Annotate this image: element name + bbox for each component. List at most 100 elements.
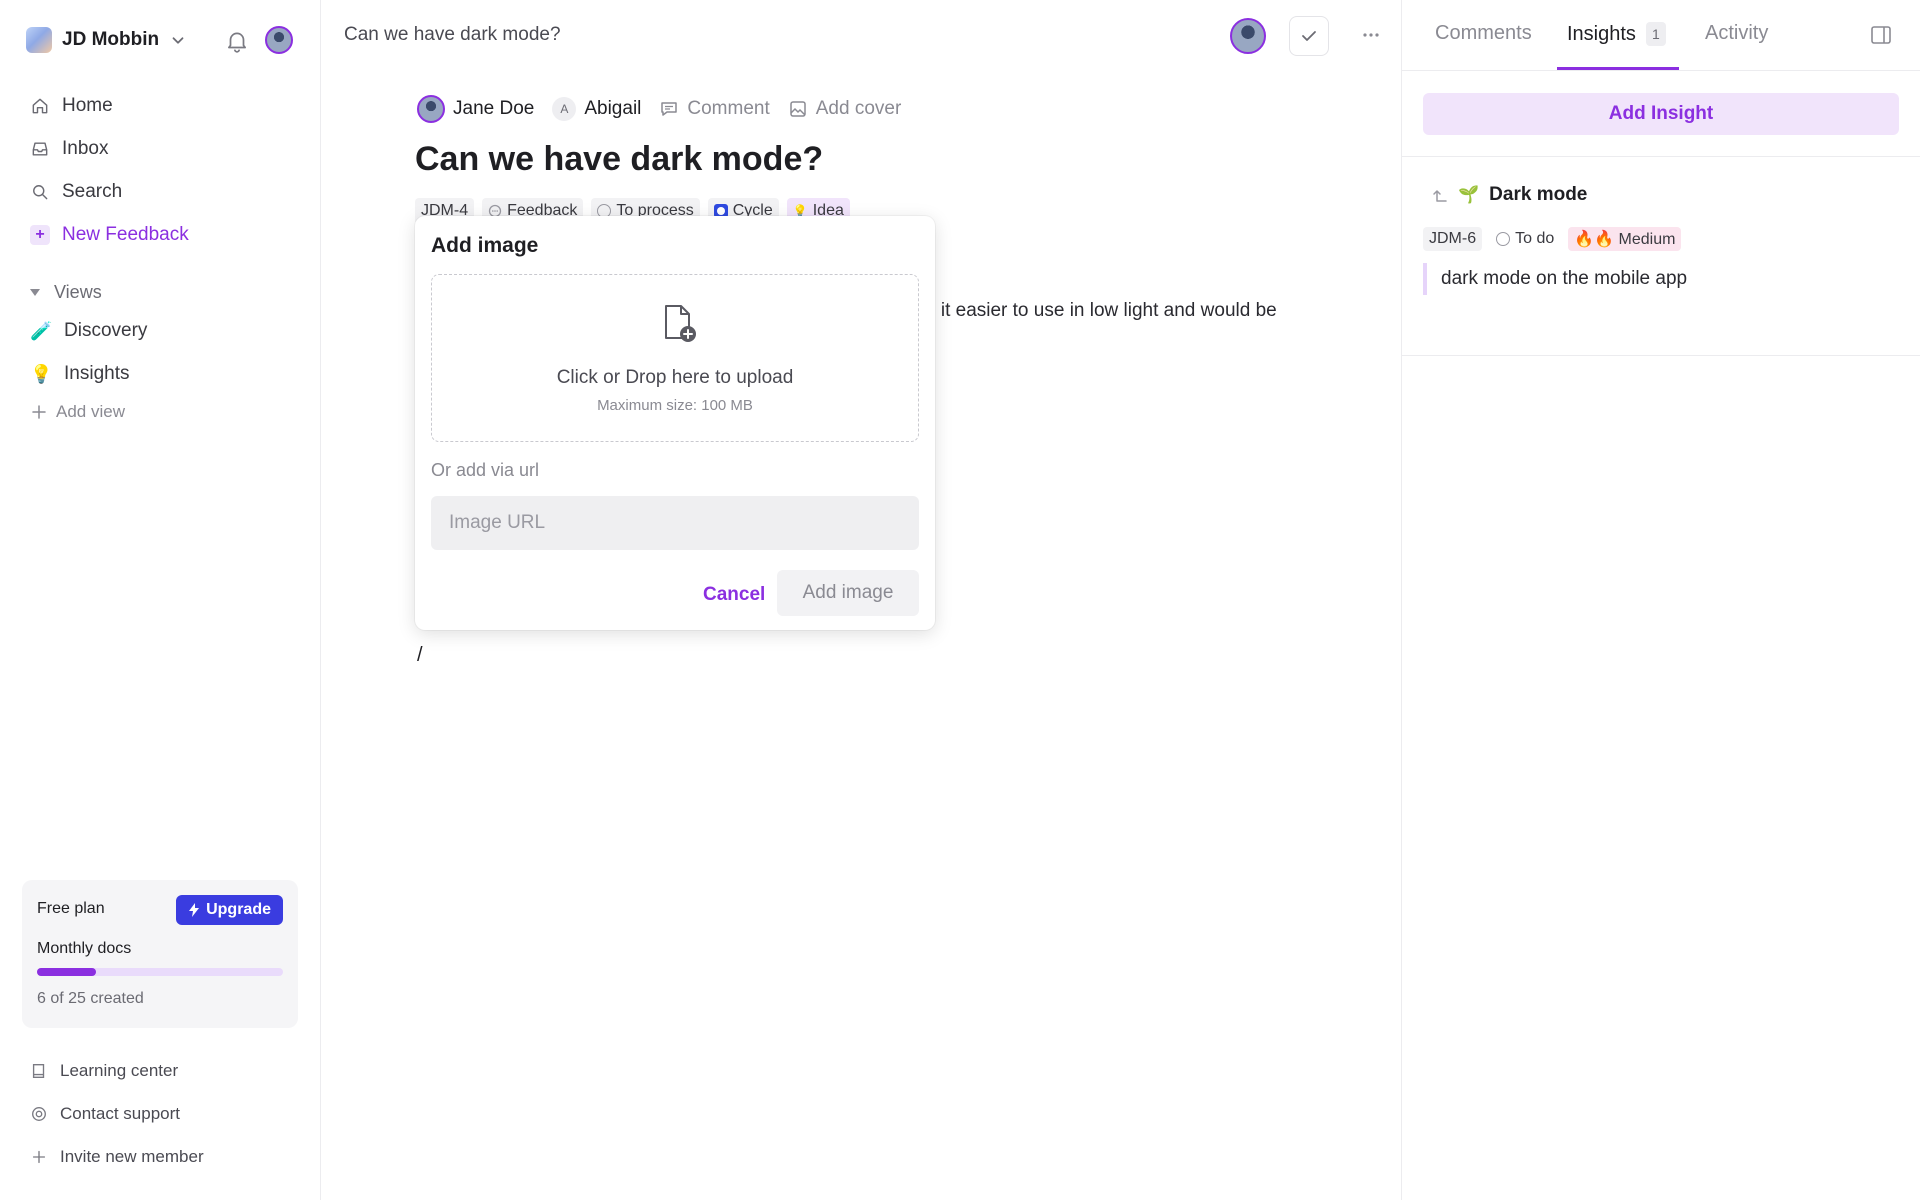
- sidebar-collapse-icon[interactable]: [1870, 24, 1892, 46]
- footer-link-label: Learning center: [60, 1061, 179, 1080]
- add-image-popover: Add image Click or Drop here to upload M…: [415, 216, 935, 630]
- invite-member-link[interactable]: Invite new member: [30, 1147, 204, 1167]
- assignee-name: Abigail: [584, 98, 642, 119]
- views-header[interactable]: Views: [30, 280, 102, 304]
- tab-label: Insights: [1567, 22, 1636, 45]
- bell-icon[interactable]: [224, 28, 250, 54]
- more-horizontal-icon: [1363, 33, 1379, 37]
- insight-title: Dark mode: [1489, 184, 1588, 205]
- sidebar-item-search[interactable]: Search: [18, 173, 300, 211]
- image-url-input[interactable]: [431, 496, 919, 550]
- monthly-docs-label: Monthly docs: [37, 940, 132, 957]
- mark-done-button[interactable]: [1289, 16, 1329, 56]
- doc-body-text[interactable]: e it easier to use in low light and woul…: [925, 300, 1277, 322]
- workspace-name: JD Mobbin: [62, 29, 160, 50]
- workspace-switcher[interactable]: JD Mobbin: [26, 24, 187, 56]
- add-insight-button[interactable]: Add Insight: [1423, 93, 1899, 135]
- contact-support-link[interactable]: Contact support: [30, 1104, 180, 1124]
- tab-activity[interactable]: Activity: [1705, 22, 1768, 45]
- insight-link[interactable]: 🌱 Dark mode: [1432, 184, 1587, 206]
- doc-meta-row: Jane Doe A Abigail Comment Add cover: [417, 94, 901, 124]
- tab-label: Activity: [1705, 22, 1769, 44]
- inbox-icon: [32, 142, 48, 156]
- popover-title: Add image: [431, 234, 539, 257]
- learning-center-link[interactable]: Learning center: [30, 1061, 178, 1081]
- more-options-button[interactable]: [1356, 20, 1386, 50]
- plan-card: Free plan Upgrade Monthly docs 6 of 25 c…: [22, 880, 298, 1028]
- sidebar-item-insights[interactable]: 💡 Insights: [18, 355, 300, 393]
- insight-properties: JDM-6 To do 🔥🔥 Medium: [1423, 227, 1682, 251]
- tab-label: Comments: [1435, 22, 1532, 44]
- arrow-return-icon: [1433, 190, 1447, 202]
- user-avatar[interactable]: [265, 26, 293, 54]
- insight-id: JDM-6: [1429, 230, 1477, 247]
- sidebar-item-discovery[interactable]: 🧪 Discovery: [18, 312, 300, 350]
- insight-status-chip[interactable]: To do: [1490, 227, 1561, 251]
- owner-avatar[interactable]: [1230, 18, 1266, 54]
- sidebar-item-label: Inbox: [62, 138, 109, 159]
- comment-button[interactable]: Comment: [659, 98, 770, 120]
- upgrade-button[interactable]: Upgrade: [176, 895, 283, 925]
- url-section-label: Or add via url: [431, 460, 540, 480]
- lightbulb-icon: 💡: [30, 363, 53, 384]
- sidebar-item-home[interactable]: Home: [18, 87, 300, 125]
- tab-insights[interactable]: Insights 1: [1567, 22, 1666, 46]
- assignee-chip[interactable]: A Abigail: [552, 97, 641, 121]
- right-panel: Comments Insights 1 Activity Add Insight…: [1401, 0, 1920, 1200]
- comment-label: Comment: [687, 98, 770, 119]
- app-root: JD Mobbin Home Inbox Search + New Feedba…: [0, 0, 1920, 1200]
- tab-comments[interactable]: Comments: [1435, 22, 1532, 45]
- upgrade-label: Upgrade: [206, 901, 271, 918]
- comment-icon: [661, 102, 678, 116]
- cancel-button[interactable]: Cancel: [687, 572, 781, 618]
- caret-down-icon: [30, 288, 40, 296]
- sidebar-item-label: Discovery: [64, 320, 148, 341]
- add-view-label: Add view: [56, 402, 125, 421]
- footer-link-label: Contact support: [60, 1104, 181, 1123]
- footer-link-label: Invite new member: [60, 1147, 204, 1166]
- book-icon: [32, 1064, 45, 1078]
- editor-slash-command[interactable]: /: [417, 644, 423, 667]
- dropzone-label: Click or Drop here to upload: [556, 367, 794, 388]
- chevron-down-icon: [172, 37, 184, 44]
- sidebar-item-new-feedback[interactable]: + New Feedback: [18, 216, 300, 254]
- seedling-icon: 🌱: [1458, 185, 1480, 204]
- upload-dropzone[interactable]: Click or Drop here to upload Maximum siz…: [431, 274, 919, 442]
- page-title[interactable]: Can we have dark mode?: [415, 140, 823, 179]
- add-image-button[interactable]: Add image: [777, 570, 919, 616]
- insight-quote[interactable]: dark mode on the mobile app: [1423, 263, 1687, 295]
- bolt-icon: [189, 903, 200, 917]
- sidebar: JD Mobbin Home Inbox Search + New Feedba…: [0, 0, 321, 1200]
- lifebuoy-icon: [32, 1107, 46, 1121]
- add-view-button[interactable]: Add view: [32, 402, 125, 422]
- assignee-avatar: A: [552, 97, 577, 121]
- sidebar-item-inbox[interactable]: Inbox: [18, 130, 300, 168]
- divider: [1402, 156, 1920, 157]
- docs-created-count: 6 of 25 created: [37, 990, 144, 1007]
- priority-label: 🔥🔥 Medium: [1574, 231, 1676, 248]
- file-add-icon: [665, 305, 696, 342]
- workspace-logo: [26, 27, 52, 53]
- divider: [1402, 355, 1920, 356]
- sidebar-item-label: Home: [62, 95, 113, 116]
- priority-chip[interactable]: 🔥🔥 Medium: [1568, 227, 1682, 251]
- docs-progress-bar: [37, 968, 283, 976]
- panel-tabs: Comments Insights 1 Activity: [1402, 0, 1920, 71]
- author-chip[interactable]: Jane Doe: [417, 95, 534, 123]
- image-icon: [790, 101, 806, 117]
- search-icon: [33, 185, 48, 200]
- tab-count-badge: 1: [1645, 22, 1666, 46]
- sidebar-item-label: Search: [62, 181, 123, 202]
- insight-status: To do: [1515, 230, 1555, 247]
- home-icon: [32, 98, 48, 114]
- add-cover-button[interactable]: Add cover: [788, 98, 901, 120]
- insight-id-chip[interactable]: JDM-6: [1423, 227, 1483, 251]
- plus-icon: [32, 405, 46, 419]
- test-tube-icon: 🧪: [30, 320, 53, 341]
- views-label: Views: [54, 281, 102, 302]
- plus-icon: [32, 1150, 46, 1164]
- status-circle-icon: [1496, 232, 1511, 246]
- dropzone-size-hint: Maximum size: 100 MB: [597, 397, 753, 414]
- plan-title: Free plan: [37, 900, 105, 917]
- author-name: Jane Doe: [453, 98, 535, 119]
